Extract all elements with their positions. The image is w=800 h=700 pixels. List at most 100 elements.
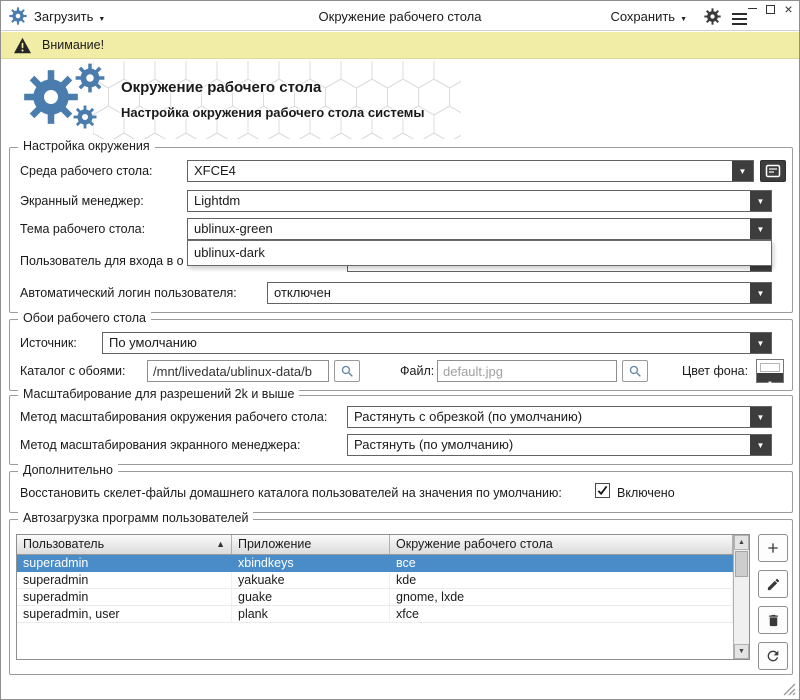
wallpaper-directory-label: Каталог с обоями: xyxy=(20,364,126,378)
chevron-down-icon xyxy=(98,9,105,24)
background-color-picker[interactable] xyxy=(756,359,784,383)
cell-user: superadmin xyxy=(17,555,232,571)
wallpaper-file-input[interactable] xyxy=(437,360,617,382)
theme-dropdown-panel: ublinux-dark xyxy=(187,240,772,266)
color-swatch xyxy=(760,363,780,372)
cell-desktop-env: все xyxy=(390,555,733,571)
wallpaper-file-label: Файл: xyxy=(400,364,434,378)
page-title: Окружение рабочего стола xyxy=(121,79,321,96)
pencil-icon xyxy=(766,577,781,592)
edit-entry-button[interactable] xyxy=(758,570,788,598)
chevron-down-icon[interactable] xyxy=(750,191,771,211)
group-legend: Дополнительно xyxy=(18,463,118,477)
dm-scaling-method-value: Растянуть (по умолчанию) xyxy=(348,435,750,455)
autologin-select[interactable]: отключен xyxy=(267,282,772,304)
save-menu-label: Сохранить xyxy=(610,9,675,24)
chevron-down-icon[interactable] xyxy=(750,407,771,427)
column-header-application[interactable]: Приложение xyxy=(232,535,390,555)
plus-icon xyxy=(765,540,781,556)
minimize-button[interactable] xyxy=(747,4,758,15)
environment-list-button[interactable] xyxy=(760,160,786,182)
desktop-theme-label: Тема рабочего стола: xyxy=(20,222,145,236)
autologin-label: Автоматический логин пользователя: xyxy=(20,286,237,300)
wallpaper-directory-input[interactable] xyxy=(147,360,329,382)
desktop-scaling-method-label: Метод масштабирования окружения рабочего… xyxy=(20,410,327,424)
chevron-down-icon[interactable] xyxy=(750,435,771,455)
table-row[interactable]: superadmin yakuake kde xyxy=(17,572,733,589)
list-icon xyxy=(765,164,781,178)
resize-grip[interactable] xyxy=(783,683,796,696)
dm-scaling-method-select[interactable]: Растянуть (по умолчанию) xyxy=(347,434,772,456)
desktop-scaling-method-select[interactable]: Растянуть с обрезкой (по умолчанию) xyxy=(347,406,772,428)
save-menu-button[interactable]: Сохранить xyxy=(610,1,687,31)
desktop-theme-value: ublinux-green xyxy=(188,219,750,239)
cell-user: superadmin xyxy=(17,589,232,605)
warning-label: Внимание! xyxy=(42,38,104,52)
autologin-value: отключен xyxy=(268,283,750,303)
trash-icon xyxy=(766,613,781,628)
cell-user: superadmin xyxy=(17,572,232,588)
desktop-theme-select[interactable]: ublinux-green xyxy=(187,218,772,240)
checkmark-icon xyxy=(597,485,608,496)
chevron-down-icon[interactable] xyxy=(750,219,771,239)
group-legend: Масштабирование для разрешений 2k и выше xyxy=(18,387,299,401)
table-row[interactable]: superadmin guake gnome, lxde xyxy=(17,589,733,606)
group-legend: Настройка окружения xyxy=(18,139,155,153)
logo-gear-large-icon xyxy=(23,69,79,125)
desktop-environment-value: XFCE4 xyxy=(188,161,732,181)
warning-triangle-icon xyxy=(13,37,32,54)
group-wallpaper: Обои рабочего стола Источник: По умолчан… xyxy=(9,319,793,391)
chevron-down-icon[interactable] xyxy=(750,333,771,353)
warning-banner: Внимание! xyxy=(1,32,799,59)
chevron-down-icon[interactable] xyxy=(732,161,753,181)
autostart-table: Пользователь Приложение Окружение рабоче… xyxy=(16,534,750,660)
hexagon-pattern xyxy=(93,61,461,139)
column-header-desktop-env[interactable]: Окружение рабочего стола xyxy=(390,535,733,555)
group-legend: Обои рабочего стола xyxy=(18,311,151,325)
chevron-down-icon[interactable] xyxy=(750,283,771,303)
close-button[interactable] xyxy=(783,4,794,15)
logo-gear-small-icon xyxy=(73,105,97,129)
delete-entry-button[interactable] xyxy=(758,606,788,634)
display-manager-select[interactable]: Lightdm xyxy=(187,190,772,212)
cell-desktop-env: gnome, lxde xyxy=(390,589,733,605)
cell-application: yakuake xyxy=(232,572,390,588)
table-row[interactable]: superadmin xbindkeys все xyxy=(17,555,733,572)
desktop-scaling-method-value: Растянуть с обрезкой (по умолчанию) xyxy=(348,407,750,427)
display-manager-value: Lightdm xyxy=(188,191,750,211)
desktop-environment-select[interactable]: XFCE4 xyxy=(187,160,754,182)
cell-application: guake xyxy=(232,589,390,605)
maximize-button[interactable] xyxy=(765,4,776,15)
add-entry-button[interactable] xyxy=(758,534,788,562)
table-body: superadmin xbindkeys все superadmin yaku… xyxy=(17,555,733,659)
load-menu-label: Загрузить xyxy=(34,9,93,24)
browse-file-button[interactable] xyxy=(622,360,648,382)
settings-gear-icon[interactable] xyxy=(704,8,721,25)
refresh-button[interactable] xyxy=(758,642,788,670)
theme-option-ublinux-dark[interactable]: ublinux-dark xyxy=(188,241,771,265)
group-legend: Автозагрузка программ пользователей xyxy=(18,511,253,525)
vertical-scrollbar[interactable] xyxy=(733,535,749,659)
restore-skel-label: Восстановить скелет-файлы домашнего ката… xyxy=(20,486,562,500)
search-icon xyxy=(628,364,643,379)
scroll-up-icon[interactable] xyxy=(734,535,749,550)
group-autostart: Автозагрузка программ пользователей Поль… xyxy=(9,519,793,675)
table-row[interactable]: superadmin, user plank xfce xyxy=(17,606,733,623)
hamburger-menu-icon[interactable] xyxy=(732,13,747,28)
scrollbar-thumb[interactable] xyxy=(735,551,748,577)
browse-directory-button[interactable] xyxy=(334,360,360,382)
column-header-user[interactable]: Пользователь xyxy=(17,535,232,555)
app-window: Загрузить Окружение рабочего стола Сохра… xyxy=(0,0,800,700)
wallpaper-source-select[interactable]: По умолчанию xyxy=(102,332,772,354)
app-gear-icon xyxy=(9,7,27,25)
wallpaper-source-label: Источник: xyxy=(20,336,77,350)
cell-user: superadmin, user xyxy=(17,606,232,622)
cell-application: xbindkeys xyxy=(232,555,390,571)
load-menu-button[interactable]: Загрузить xyxy=(34,9,105,24)
window-controls xyxy=(747,4,794,15)
restore-skel-checkbox[interactable] xyxy=(595,483,610,498)
refresh-icon xyxy=(765,648,781,664)
wallpaper-source-value: По умолчанию xyxy=(103,333,750,353)
display-manager-label: Экранный менеджер: xyxy=(20,194,144,208)
scroll-down-icon[interactable] xyxy=(734,644,749,659)
